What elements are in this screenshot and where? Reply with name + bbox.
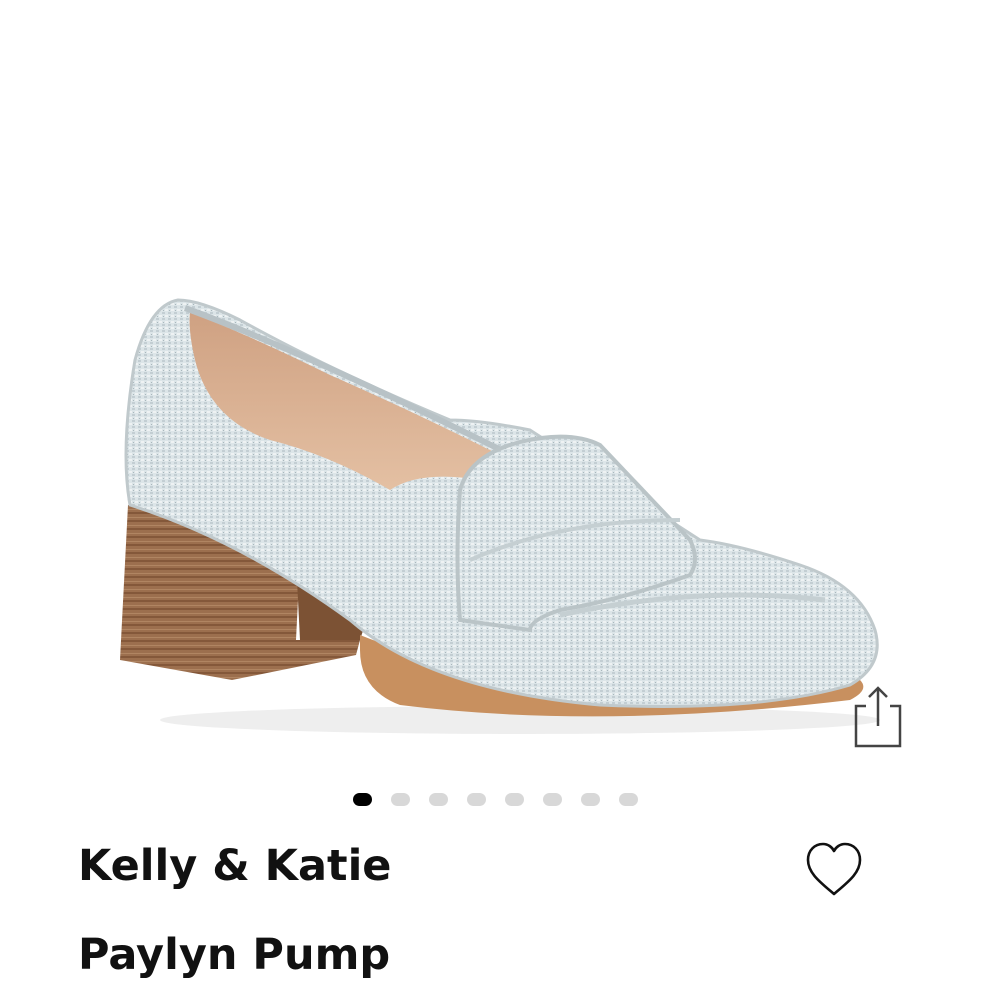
- carousel-dot-5[interactable]: [505, 793, 524, 806]
- wishlist-button[interactable]: [800, 838, 868, 902]
- carousel-dot-4[interactable]: [467, 793, 486, 806]
- carousel-dot-1[interactable]: [353, 793, 372, 806]
- shoe-image: [120, 298, 880, 734]
- product-brand: Kelly & Katie: [78, 841, 392, 891]
- product-image[interactable]: [0, 0, 998, 780]
- share-icon: [854, 686, 902, 748]
- share-button[interactable]: [848, 680, 908, 752]
- product-title: Kelly & Katie Paylyn Pump: [78, 822, 728, 1000]
- carousel-dot-2[interactable]: [391, 793, 410, 806]
- carousel-dot-8[interactable]: [619, 793, 638, 806]
- carousel-dot-3[interactable]: [429, 793, 448, 806]
- carousel-dot-7[interactable]: [581, 793, 600, 806]
- heart-icon: [806, 842, 862, 896]
- image-carousel-dots: [353, 793, 638, 806]
- product-name: Paylyn Pump: [78, 930, 391, 980]
- carousel-dot-6[interactable]: [543, 793, 562, 806]
